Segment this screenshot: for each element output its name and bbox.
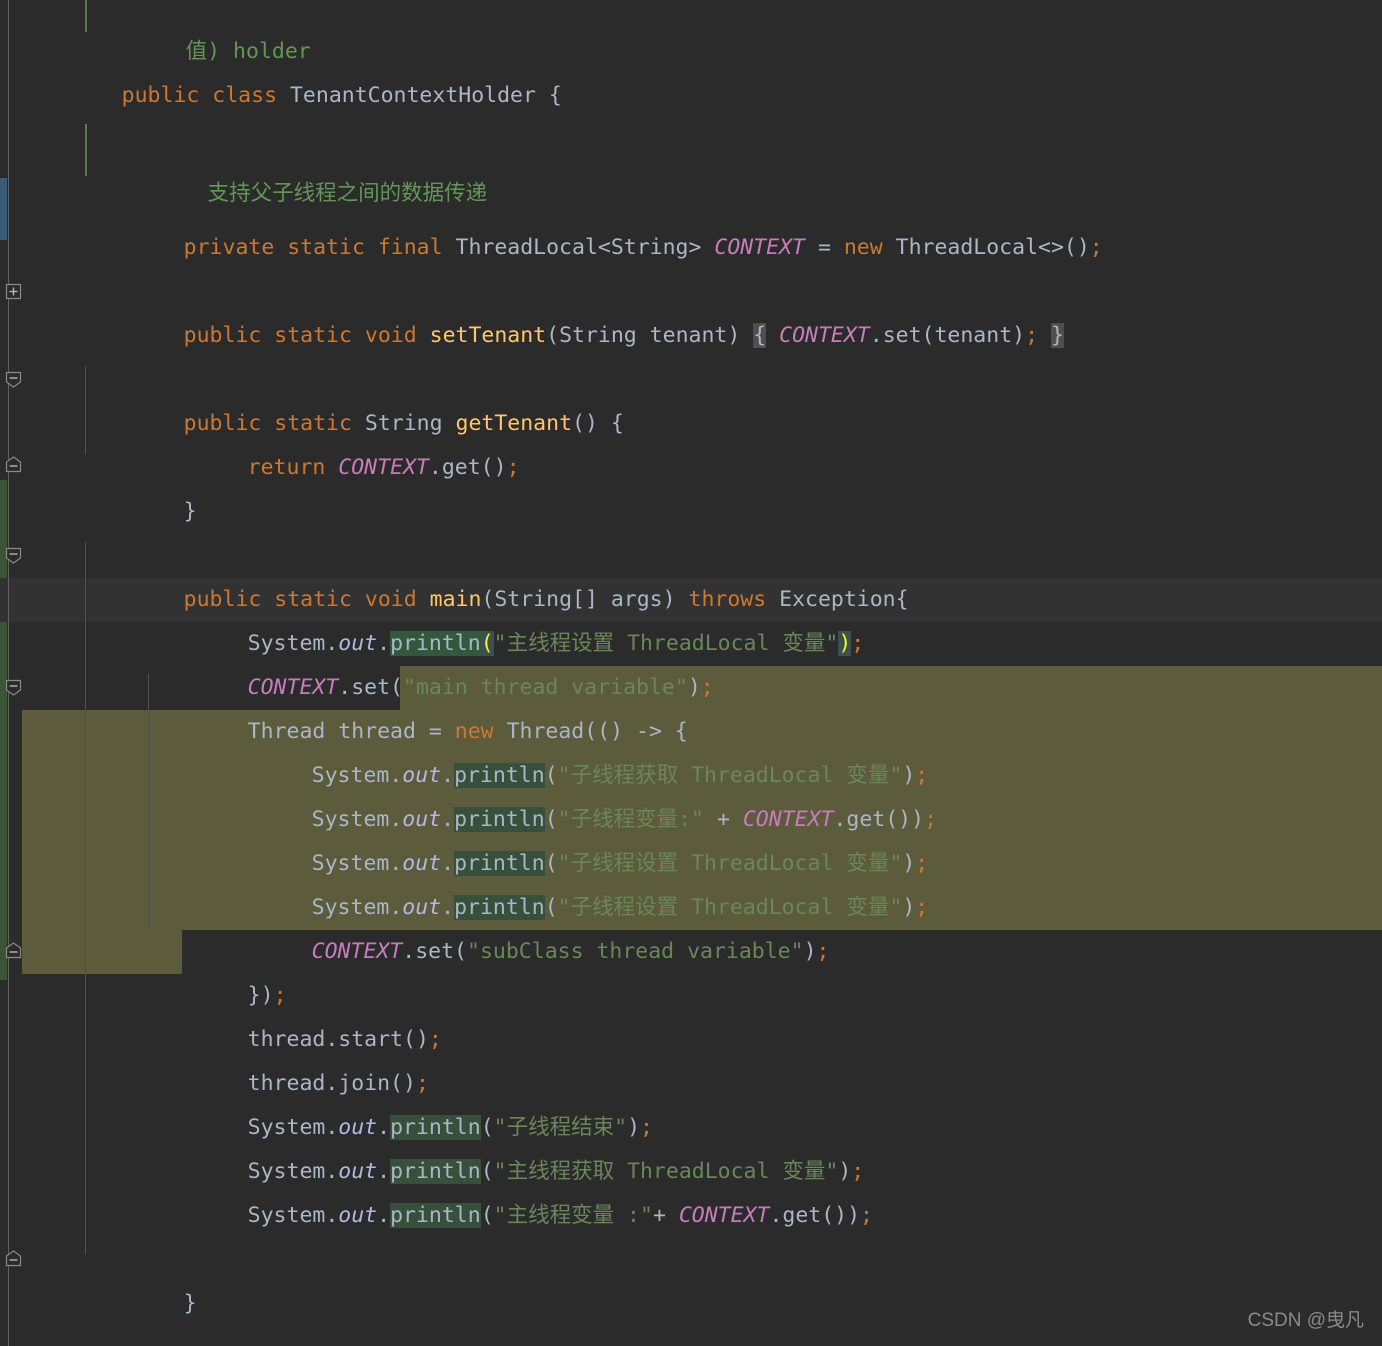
code-line[interactable]: public static void main(String[] args) t… (0, 534, 1382, 612)
code-line[interactable]: CONTEXT.set("main thread variable"); (0, 622, 1382, 700)
matching-brace-open: { (753, 323, 767, 348)
code-line[interactable]: 支持父子线程之间的数据传递 (0, 128, 1382, 206)
code-line[interactable]: public static String getTenant() { (0, 358, 1382, 436)
code-token-string: 主线程变量 : (506, 1203, 640, 1228)
code-line[interactable]: System.out.println("子线程设置 ThreadLocal 变量… (0, 798, 1382, 876)
code-editor[interactable]: 值) holder public class TenantContextHold… (0, 0, 1382, 1346)
code-line[interactable]: 值) holder (0, 0, 1382, 64)
code-line-current[interactable]: System.out.println("主线程设置 ThreadLocal 变量… (0, 578, 1382, 656)
code-line[interactable]: System.out.println("子线程获取 ThreadLocal 变量… (0, 710, 1382, 788)
code-line[interactable]: }); (0, 930, 1382, 1008)
code-line[interactable]: return CONTEXT.get(); (0, 402, 1382, 480)
matching-brace-close: } (1051, 323, 1064, 348)
code-line[interactable]: } (0, 1238, 1382, 1316)
code-line[interactable]: thread.join(); (0, 1018, 1382, 1096)
csdn-watermark: CSDN @曳凡 (1247, 1310, 1364, 1331)
code-line[interactable]: } (0, 446, 1382, 524)
code-line[interactable]: System.out.println("主线程获取 ThreadLocal 变量… (0, 1106, 1382, 1184)
code-line[interactable]: public static void setTenant(String tena… (0, 270, 1382, 348)
code-surface[interactable]: 值) holder public class TenantContextHold… (0, 0, 1382, 1346)
code-line[interactable]: thread.start(); (0, 974, 1382, 1052)
code-line[interactable]: System.out.println("子线程结束"); (0, 1062, 1382, 1140)
code-line[interactable]: private static final ThreadLocal<String>… (0, 182, 1382, 260)
code-line[interactable]: System.out.println("主线程变量 :"+ CONTEXT.ge… (0, 1150, 1382, 1228)
code-line[interactable]: System.out.println("子线程变量:" + CONTEXT.ge… (0, 754, 1382, 832)
code-token-classname: TenantContextHolder (289, 83, 536, 108)
code-line[interactable]: System.out.println("子线程设置 ThreadLocal 变量… (0, 842, 1382, 920)
code-line[interactable]: Thread thread = new Thread(() -> { (0, 666, 1382, 744)
code-line[interactable]: public class TenantContextHolder { (0, 30, 1382, 108)
code-line[interactable]: CONTEXT.set("subClass thread variable"); (0, 886, 1382, 964)
